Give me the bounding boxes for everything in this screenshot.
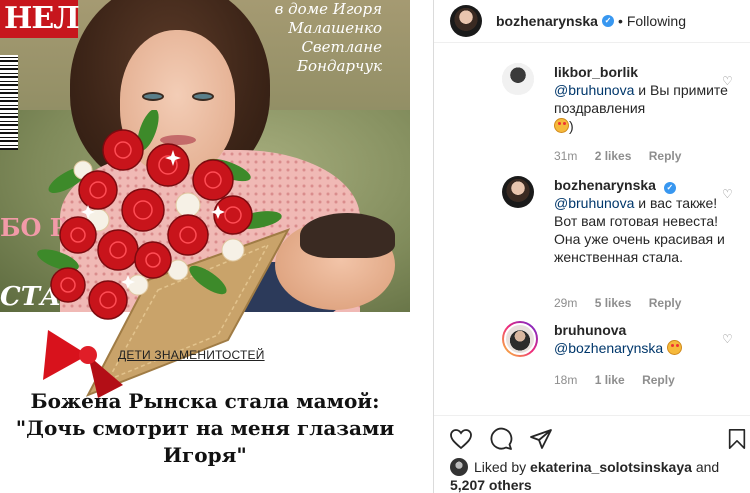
post-actions xyxy=(434,415,750,457)
comment-mention[interactable]: @bruhunova xyxy=(554,82,634,98)
comment-text: bozhenarynska ✓ @bruhunova и вас также! … xyxy=(554,176,729,266)
article-headline: Божена Рынска стала мамой: "Дочь смотрит… xyxy=(0,388,410,469)
following-button[interactable]: Following xyxy=(627,13,686,29)
comments-list[interactable]: likbor_borlik @bruhunova и Вы примите по… xyxy=(434,43,750,415)
comment-time: 18m xyxy=(554,373,578,387)
liker-avatar[interactable] xyxy=(450,458,468,476)
comment-like-icon[interactable]: ♡ xyxy=(722,75,734,87)
eye-left xyxy=(142,92,164,101)
baby-hair xyxy=(300,213,395,258)
comment-mention[interactable]: @bozhenarynska xyxy=(554,340,663,356)
headline-line-1: Божена Рынска стала мамой: xyxy=(30,389,380,413)
comment-tail: ) xyxy=(569,118,574,134)
author-avatar[interactable] xyxy=(450,5,482,37)
comment-username[interactable]: bozhenarynska xyxy=(554,177,656,193)
comment-text: likbor_borlik @bruhunova и Вы примите по… xyxy=(554,63,729,135)
commenter-avatar[interactable] xyxy=(502,176,534,208)
liker-username[interactable]: ekaterina_solotsinskaya xyxy=(530,459,692,475)
comment-likes[interactable]: 1 like xyxy=(595,373,625,387)
eye-right xyxy=(192,92,214,101)
post-image-area: НЕЛ в доме Игоря Малашенко Светлане Бонд… xyxy=(0,0,433,493)
comment-meta: 31m 2 likes Reply xyxy=(554,149,695,163)
comment-mention[interactable]: @bruhunova xyxy=(554,195,634,211)
comment-meta: 29m 5 likes Reply xyxy=(554,296,695,310)
magazine-logo: НЕЛ xyxy=(0,0,80,38)
bookmark-icon[interactable] xyxy=(726,427,748,451)
headline-line-3: Игоря" xyxy=(163,443,247,467)
comment-icon[interactable] xyxy=(488,427,514,451)
heart-eyes-emoji-icon xyxy=(554,118,569,133)
reply-button[interactable]: Reply xyxy=(642,373,675,387)
comment-likes[interactable]: 5 likes xyxy=(595,296,632,310)
comment-username[interactable]: likbor_borlik xyxy=(554,64,638,80)
cover-text: в доме Игоря Малашенко Светлане Бондарчу… xyxy=(274,0,382,75)
comment-username[interactable]: bruhunova xyxy=(554,322,626,338)
smiling-emoji-icon xyxy=(667,340,683,355)
headline-line-2: "Дочь смотрит на меня глазами xyxy=(15,416,395,440)
comment-time: 29m xyxy=(554,296,578,310)
share-icon[interactable] xyxy=(528,427,554,451)
author-username[interactable]: bozhenarynska xyxy=(496,13,598,29)
commenter-avatar[interactable] xyxy=(502,63,534,95)
reply-button[interactable]: Reply xyxy=(649,296,682,310)
separator-dot: • xyxy=(617,13,623,29)
comment-time: 31m xyxy=(554,149,578,163)
likes-prefix: Liked by xyxy=(474,459,527,475)
comment-meta: 18m 1 like Reply xyxy=(554,373,689,387)
barcode xyxy=(0,55,18,150)
comment-like-icon[interactable]: ♡ xyxy=(722,333,734,345)
likes-others-count[interactable]: 5,207 others xyxy=(450,477,532,493)
comment-likes[interactable]: 2 likes xyxy=(595,149,632,163)
heart-icon[interactable] xyxy=(448,427,474,451)
post-side-panel: bozhenarynska ✓ • Following likbor_borli… xyxy=(433,0,750,493)
comment-like-icon[interactable]: ♡ xyxy=(722,188,734,200)
comment-text: bruhunova @bozhenarynska xyxy=(554,321,729,357)
reply-button[interactable]: Reply xyxy=(649,149,682,163)
commenter-avatar[interactable] xyxy=(502,321,538,357)
post-header: bozhenarynska ✓ • Following xyxy=(434,0,750,43)
verified-icon: ✓ xyxy=(663,182,676,194)
article-category-link[interactable]: ДЕТИ ЗНАМЕНИТОСТЕЙ xyxy=(118,348,265,362)
verified-icon: ✓ xyxy=(601,15,614,27)
likes-summary: Liked by ekaterina_solotsinskaya and 5,2… xyxy=(450,458,719,493)
likes-and: and xyxy=(695,459,720,475)
